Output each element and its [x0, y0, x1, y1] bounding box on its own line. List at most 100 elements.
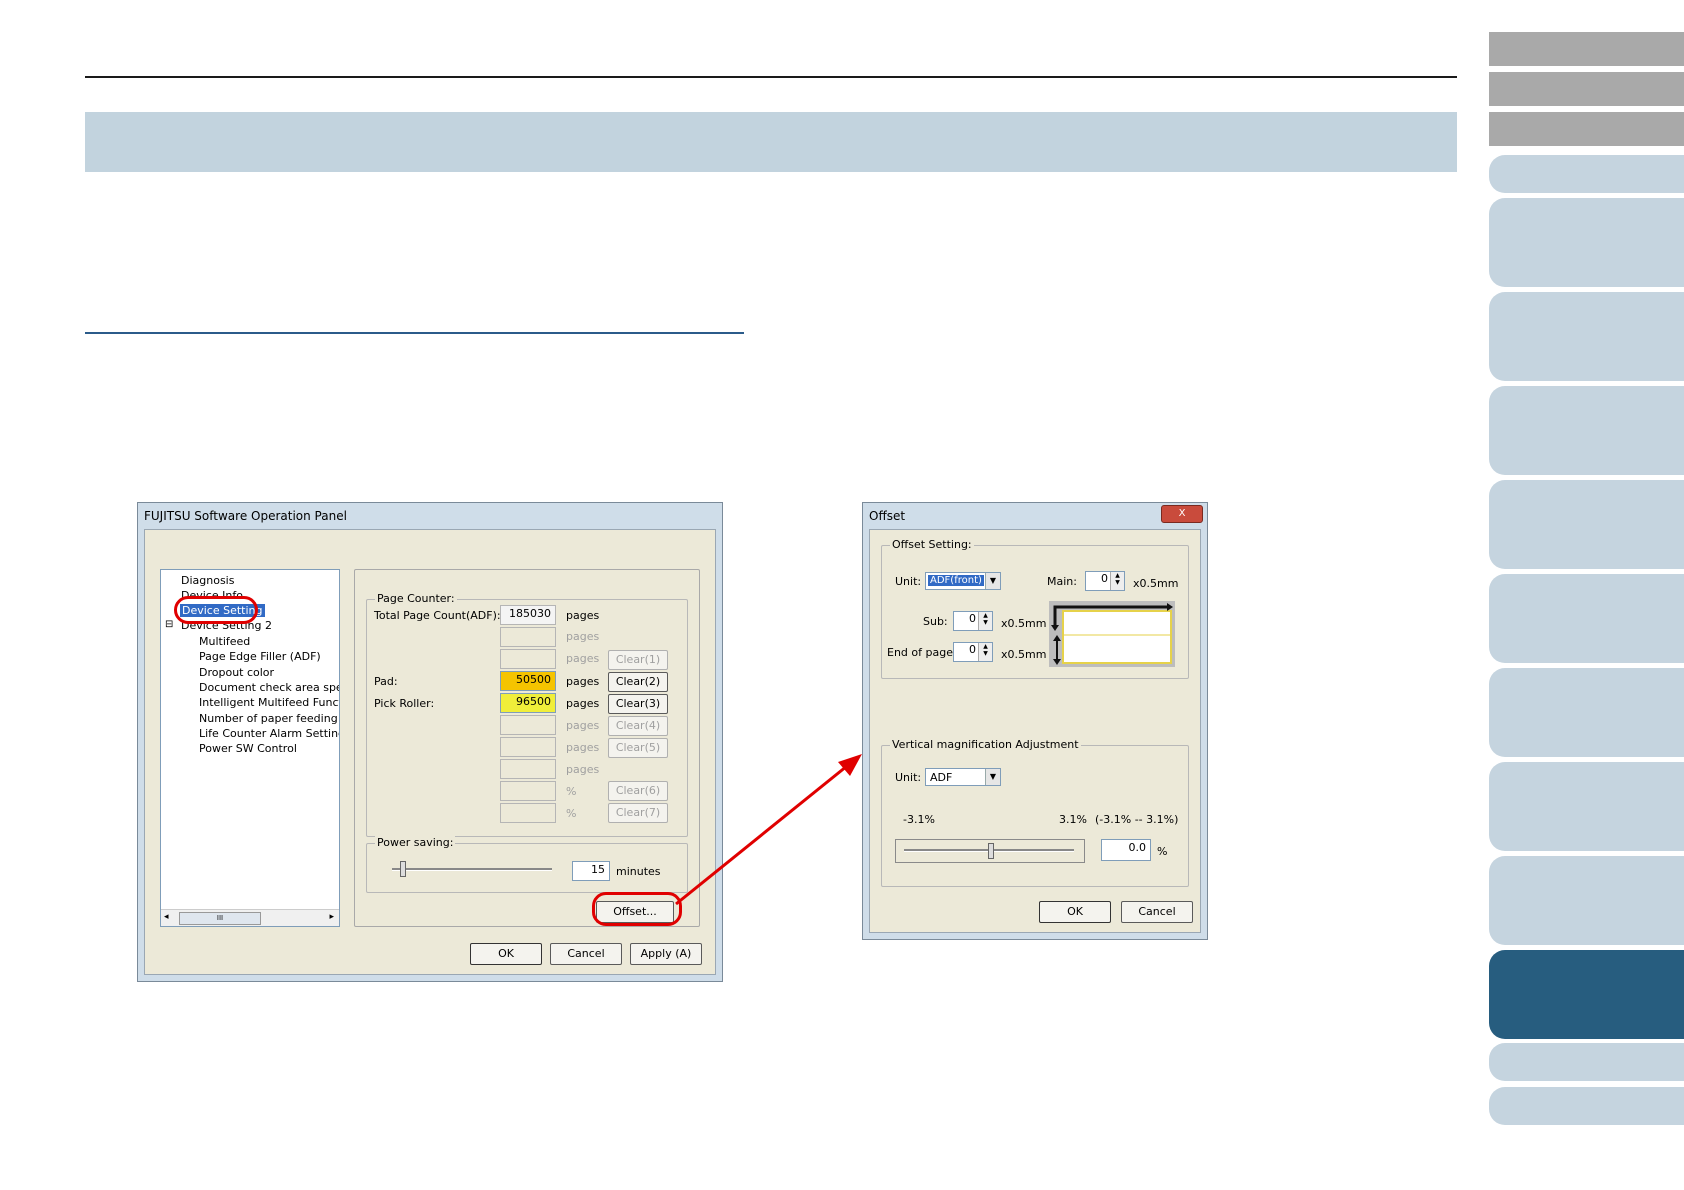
nav-tab-2[interactable]	[1489, 72, 1684, 106]
tree-item-dropout-color[interactable]: Dropout color	[199, 666, 274, 679]
spin-arrows-icon[interactable]: ▲ ▼	[1110, 572, 1124, 590]
pages-unit-blank-4: pages	[566, 741, 600, 754]
counter-field-blank-7	[500, 803, 556, 823]
tree-item-page-edge-filler[interactable]: Page Edge Filler (ADF)	[199, 650, 321, 663]
vertical-percent-unit: %	[1157, 845, 1168, 858]
end-of-page-spinner[interactable]: 0 ▲ ▼	[953, 642, 993, 662]
offset-unit-label: Unit:	[895, 575, 922, 588]
nav-tab-12[interactable]	[1489, 856, 1684, 945]
offset-dialog: Offset X Offset Setting: Unit: ADF(front…	[862, 502, 1208, 940]
counter-field-blank-4	[500, 737, 556, 757]
spin-arrows-icon[interactable]: ▲ ▼	[978, 612, 992, 630]
tree-expander-icon[interactable]: ⊟	[165, 619, 173, 630]
section-underline	[85, 332, 744, 334]
pick-roller-label: Pick Roller:	[374, 697, 435, 710]
spin-arrows-icon[interactable]: ▲ ▼	[978, 643, 992, 661]
pad-pages-unit: pages	[566, 675, 600, 688]
vertical-unit-label: Unit:	[895, 771, 922, 784]
power-saving-slider-thumb[interactable]	[400, 861, 406, 877]
top-rule	[85, 76, 1457, 78]
end-of-page-label: End of page:	[887, 646, 957, 659]
offset-ok-button[interactable]: OK	[1039, 901, 1111, 923]
close-icon[interactable]: X	[1161, 505, 1203, 523]
power-saving-label: Power saving:	[375, 836, 456, 849]
page-counter-label: Page Counter:	[375, 592, 457, 605]
clear-1-button[interactable]: Clear(1)	[608, 650, 668, 670]
counter-field-blank-3	[500, 715, 556, 735]
nav-tab-8[interactable]	[1489, 480, 1684, 569]
nav-tab-11[interactable]	[1489, 762, 1684, 851]
scroll-thumb[interactable]: III	[179, 912, 261, 925]
nav-tab-1[interactable]	[1489, 32, 1684, 66]
nav-tab-4[interactable]	[1489, 155, 1684, 193]
total-count-field: 185030	[500, 605, 556, 625]
vertical-unit-value: ADF	[930, 771, 953, 784]
end-unit-label: x0.5mm	[1001, 648, 1047, 661]
offset-unit-combo[interactable]: ADF(front) ▼	[925, 572, 1001, 590]
tree-item-intelligent-multifeed[interactable]: Intelligent Multifeed Function	[199, 696, 339, 709]
main-label: Main:	[1047, 575, 1077, 588]
nav-tab-15[interactable]	[1489, 1087, 1684, 1125]
tree-item-multifeed[interactable]: Multifeed	[199, 635, 250, 648]
nav-tab-9[interactable]	[1489, 574, 1684, 663]
power-saving-minutes-field[interactable]: 15	[572, 861, 610, 881]
nav-tab-6[interactable]	[1489, 292, 1684, 381]
minutes-unit: minutes	[616, 865, 661, 878]
clear-7-button[interactable]: Clear(7)	[608, 803, 668, 823]
vertical-slider-thumb[interactable]	[988, 843, 994, 859]
pick-roller-count-field: 96500	[500, 693, 556, 713]
chevron-down-icon[interactable]: ▼	[985, 573, 1000, 589]
tree-item-diagnosis[interactable]: Diagnosis	[181, 574, 234, 587]
offset-setting-label: Offset Setting:	[890, 538, 974, 551]
pick-roller-pages-unit: pages	[566, 697, 600, 710]
cancel-button[interactable]: Cancel	[550, 943, 622, 965]
nav-tab-14[interactable]	[1489, 1043, 1684, 1081]
total-count-label: Total Page Count(ADF):	[374, 609, 501, 622]
clear-5-button[interactable]: Clear(5)	[608, 738, 668, 758]
counter-field-blank-6	[500, 781, 556, 801]
tree-item-feeding-retries[interactable]: Number of paper feeding retrie	[199, 712, 339, 725]
pad-count-field: 50500	[500, 671, 556, 691]
vertical-unit-combo[interactable]: ADF ▼	[925, 768, 1001, 786]
nav-tab-3[interactable]	[1489, 112, 1684, 146]
total-pages-unit: pages	[566, 609, 600, 622]
power-saving-slider-track[interactable]	[392, 868, 552, 871]
main-spinner[interactable]: 0 ▲ ▼	[1085, 571, 1125, 591]
offset-cancel-button[interactable]: Cancel	[1121, 901, 1193, 923]
nav-tab-5[interactable]	[1489, 198, 1684, 287]
chevron-down-icon[interactable]: ▼	[985, 769, 1000, 785]
offset-title-bar: Offset X	[863, 503, 1207, 529]
offset-unit-value: ADF(front)	[928, 575, 984, 586]
tree-item-life-counter[interactable]: Life Counter Alarm Setting	[199, 727, 339, 740]
vertical-magnification-label: Vertical magnification Adjustment	[890, 738, 1081, 751]
main-unit-label: x0.5mm	[1133, 577, 1179, 590]
sub-label: Sub:	[923, 615, 948, 628]
arrow-head	[838, 754, 862, 776]
scroll-right-icon[interactable]: ▸	[329, 912, 334, 922]
clear-3-button[interactable]: Clear(3)	[608, 694, 668, 714]
tree-item-power-sw[interactable]: Power SW Control	[199, 742, 297, 755]
title-bar: FUJITSU Software Operation Panel	[138, 503, 722, 529]
offset-button-highlight-ring	[592, 892, 682, 926]
clear-2-button[interactable]: Clear(2)	[608, 672, 668, 692]
clear-6-button[interactable]: Clear(6)	[608, 781, 668, 801]
clear-4-button[interactable]: Clear(4)	[608, 716, 668, 736]
nav-tab-7[interactable]	[1489, 386, 1684, 475]
percent-unit-2: %	[566, 807, 577, 820]
apply-button[interactable]: Apply (A)	[630, 943, 702, 965]
scroll-left-icon[interactable]: ◂	[164, 912, 169, 922]
ok-button[interactable]: OK	[470, 943, 542, 965]
tree-hscrollbar[interactable]: ◂ III ▸	[161, 909, 339, 926]
pages-unit-blank-2: pages	[566, 652, 600, 665]
nav-tab-10[interactable]	[1489, 668, 1684, 757]
end-of-page-value: 0	[969, 643, 976, 656]
offset-dialog-title: Offset	[869, 509, 906, 523]
counter-field-blank-2	[500, 649, 556, 669]
nav-tab-13-active[interactable]	[1489, 950, 1684, 1039]
main-value: 0	[1101, 572, 1108, 585]
pages-unit-blank-1: pages	[566, 630, 600, 643]
sub-spinner[interactable]: 0 ▲ ▼	[953, 611, 993, 631]
title-band	[85, 112, 1457, 172]
tree-item-document-check[interactable]: Document check area specific	[199, 681, 339, 694]
vertical-value-field[interactable]: 0.0	[1101, 839, 1151, 861]
